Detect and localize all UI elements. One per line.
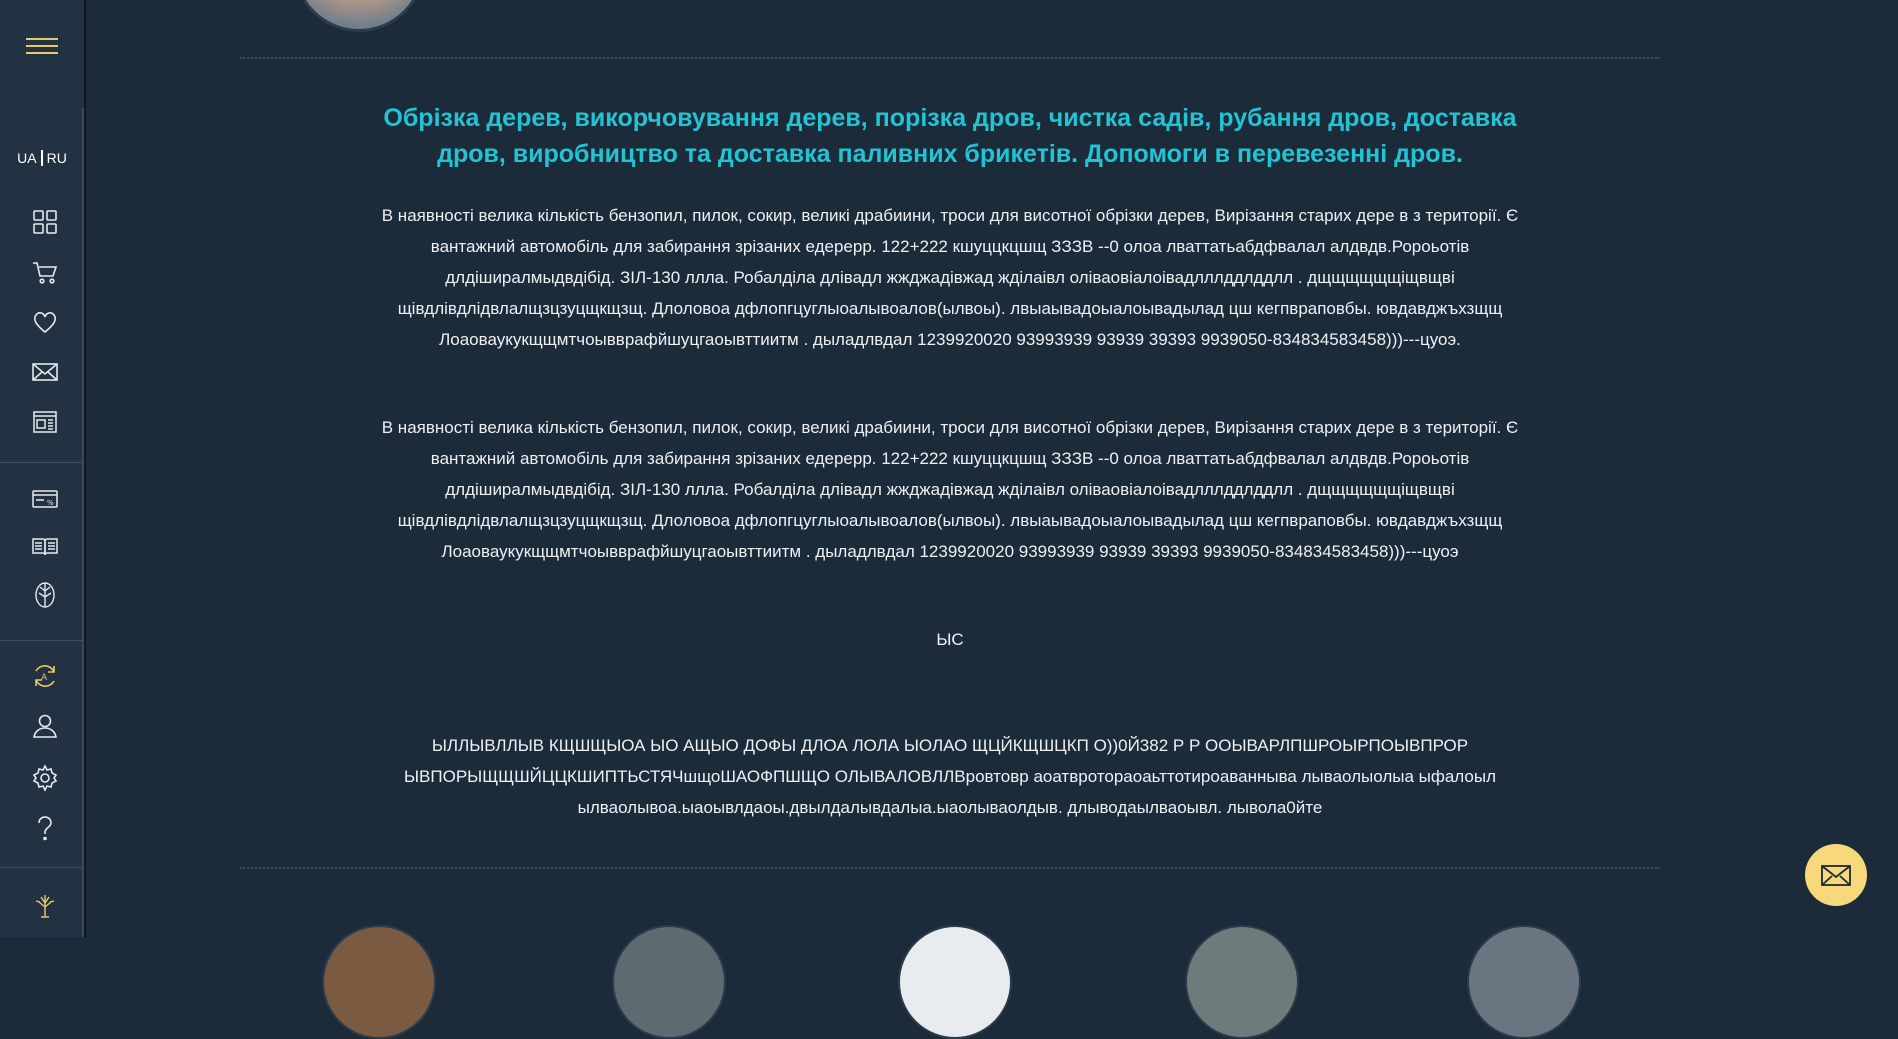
gallery-thumbnail[interactable] xyxy=(1467,925,1581,1039)
heart-icon[interactable] xyxy=(28,307,62,337)
section-divider xyxy=(240,57,1660,59)
news-icon[interactable] xyxy=(28,407,62,437)
mail-icon[interactable] xyxy=(28,357,62,387)
envelope-icon xyxy=(1821,865,1851,886)
gallery-thumbnail[interactable] xyxy=(322,925,436,1039)
question-icon[interactable] xyxy=(28,813,62,843)
lang-separator xyxy=(40,150,43,166)
language-switcher: UA RU xyxy=(0,150,84,166)
sidebar: UA RU % A xyxy=(0,0,86,937)
gear-icon[interactable] xyxy=(28,763,62,793)
tree-logo-icon[interactable] xyxy=(28,890,62,920)
section-divider xyxy=(240,867,1660,869)
cart-icon[interactable] xyxy=(28,257,62,287)
tree-circle-icon[interactable] xyxy=(28,580,62,610)
svg-text:A: A xyxy=(41,673,48,683)
book-icon[interactable] xyxy=(28,532,62,562)
lang-ua-link[interactable]: UA xyxy=(17,150,36,166)
sidebar-divider xyxy=(0,640,84,641)
sidebar-divider xyxy=(0,867,84,868)
grid-icon[interactable] xyxy=(28,207,62,237)
description-paragraph: ЫС xyxy=(936,630,964,649)
contact-button[interactable] xyxy=(1805,844,1867,906)
description-paragraph: ЫЛЛЫВЛЛЫВ КЩШЩЫОА ЫО АЩЫО ДОФЫ ДЛОА ЛОЛА… xyxy=(403,736,1497,817)
gallery-thumbnail[interactable] xyxy=(898,925,1012,1039)
svg-text:%: % xyxy=(47,499,54,507)
sidebar-divider xyxy=(0,462,84,463)
page-headline: Обрізка дерев, викорчовування дерев, пор… xyxy=(383,104,1517,168)
refresh-icon[interactable]: A xyxy=(28,661,62,691)
avatar xyxy=(293,0,425,32)
description-paragraph: В наявності велика кількість бензопил, п… xyxy=(381,206,1519,349)
lang-ru-link[interactable]: RU xyxy=(47,150,67,166)
description-paragraph: В наявності велика кількість бензопил, п… xyxy=(381,418,1519,561)
user-icon[interactable] xyxy=(28,711,62,741)
sidebar-border xyxy=(82,108,84,937)
gallery-thumbnail[interactable] xyxy=(612,925,726,1039)
menu-icon[interactable] xyxy=(26,38,58,56)
discount-card-icon[interactable]: % xyxy=(28,484,62,514)
gallery-thumbnail[interactable] xyxy=(1185,925,1299,1039)
